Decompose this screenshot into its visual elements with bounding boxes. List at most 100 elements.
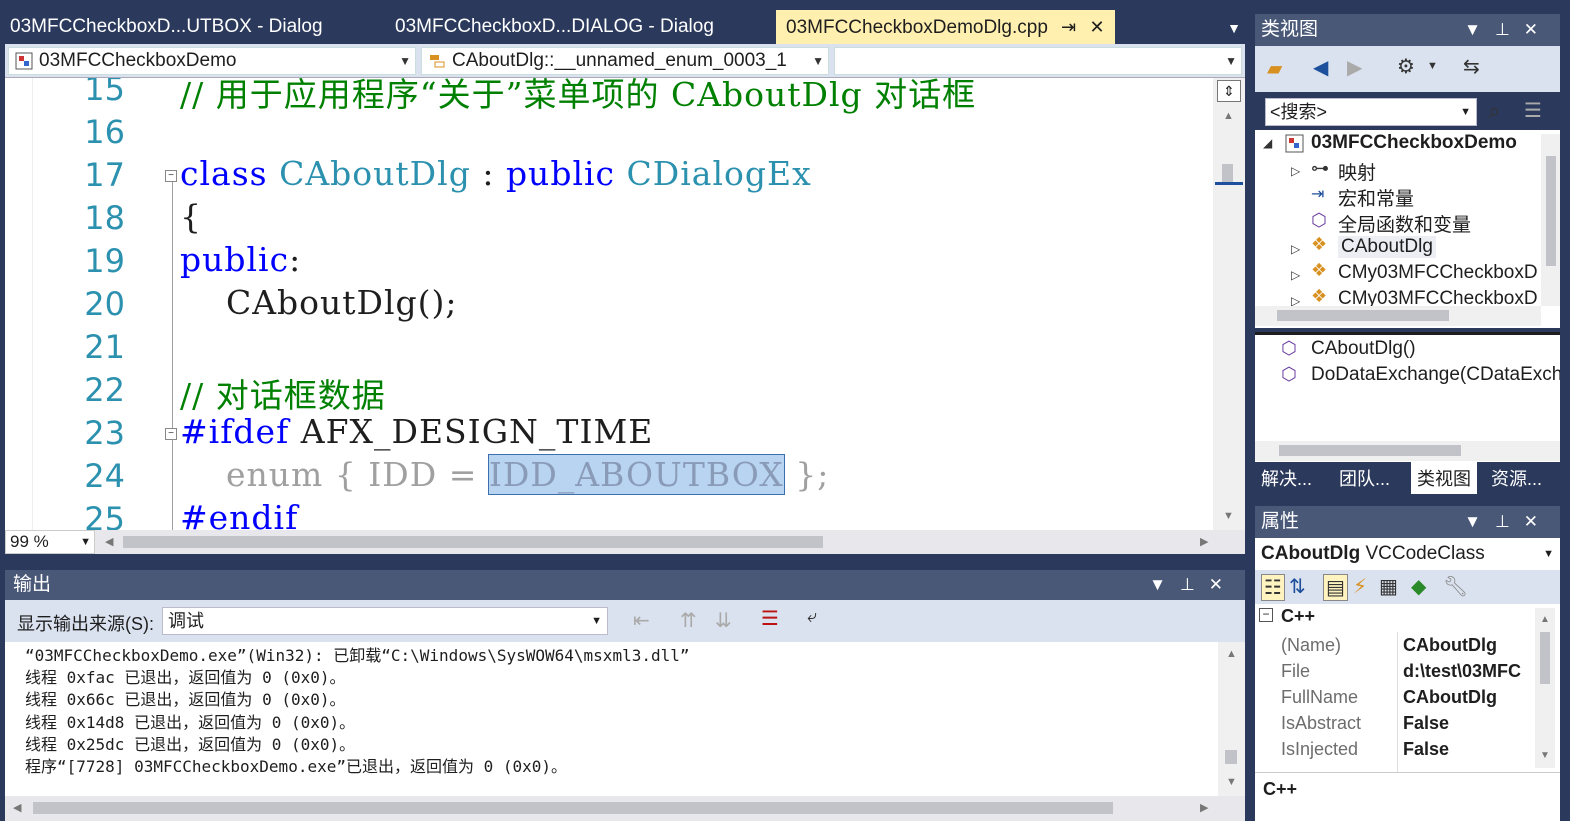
output-content[interactable]: “03MFCCheckboxDemo.exe”(Win32): 已卸载“C:\W… — [5, 642, 1245, 796]
tree-item-macros[interactable]: 宏和常量 — [1338, 184, 1414, 211]
tab-class-view[interactable]: 类视图 — [1411, 462, 1477, 494]
scrollbar-thumb[interactable] — [123, 536, 823, 548]
scroll-right-icon[interactable]: ▶ — [1200, 535, 1208, 548]
scrollbar-thumb[interactable] — [1225, 750, 1237, 764]
output-toolbar: 显示输出来源(S): 调试 ▼ ⇤ ⇈ ⇊ ☰ ⤶ — [5, 600, 1245, 642]
dropdown-icon[interactable]: ▼ — [1464, 512, 1495, 531]
code-editor[interactable]: 15 // 用于应用程序“关于”菜单项的 CAboutDlg 对话框 16 − … — [5, 78, 1245, 530]
member-item[interactable]: DoDataExchange(CDataExch — [1311, 364, 1560, 386]
goto-message-up-icon[interactable]: ⇈ — [680, 608, 697, 633]
tab-dropdown-icon[interactable]: ▼ — [1222, 16, 1246, 40]
editor-horizontal-scrollbar[interactable]: 99 % ▼ ◀ ▶ — [5, 530, 1245, 554]
members-horizontal-scrollbar[interactable] — [1255, 441, 1560, 461]
close-icon[interactable]: ✕ — [1524, 20, 1552, 39]
collapsed-icon[interactable]: ▷ — [1291, 268, 1300, 282]
tree-item-maps[interactable]: 映射 — [1338, 158, 1376, 185]
member-item[interactable]: CAboutDlg() — [1311, 338, 1416, 360]
settings-list-icon[interactable]: ☰ — [1524, 98, 1542, 123]
scroll-down-icon[interactable]: ▼ — [1226, 776, 1237, 788]
scroll-down-icon[interactable]: ▼ — [1223, 510, 1234, 522]
overrides-icon[interactable]: ◆ — [1411, 574, 1426, 599]
categorized-icon[interactable]: ☷ — [1261, 574, 1285, 601]
pin-icon[interactable]: ⊥ — [1180, 575, 1209, 594]
scroll-up-icon[interactable]: ▲ — [1223, 110, 1234, 122]
property-row[interactable]: IsInjected False — [1277, 736, 1535, 762]
tree-item-app-class[interactable]: CMy03MFCCheckboxD — [1338, 262, 1538, 284]
tree-item-globals[interactable]: 全局函数和变量 — [1338, 210, 1471, 237]
dropdown-icon[interactable]: ▼ — [1464, 20, 1495, 39]
tab-about-dialog[interactable]: 03MFCCheckboxD...UTBOX - Dialog — [0, 10, 333, 44]
scroll-up-icon[interactable]: ▲ — [1540, 614, 1550, 625]
collapse-icon[interactable]: − — [165, 428, 177, 440]
chevron-down-icon[interactable]: ▼ — [1427, 60, 1438, 72]
tree-item-project[interactable]: 03MFCCheckboxDemo — [1311, 132, 1517, 154]
output-source-select[interactable]: 调试 ▼ — [162, 607, 608, 635]
zoom-combo[interactable]: 99 % ▼ — [5, 530, 95, 554]
dropdown-icon[interactable]: ▼ — [1149, 575, 1180, 594]
close-icon[interactable]: ✕ — [1524, 512, 1552, 531]
back-icon[interactable]: ◀ — [1313, 55, 1328, 80]
scroll-down-icon[interactable]: ▼ — [1540, 750, 1550, 761]
output-vertical-scrollbar[interactable]: ▲ ▼ — [1218, 642, 1245, 796]
tab-solution-explorer[interactable]: 解决... — [1255, 462, 1318, 494]
tab-resource-view[interactable]: 资源... — [1485, 462, 1548, 494]
output-line: 程序“[7728] 03MFCCheckboxDemo.exe”已退出，返回值为… — [25, 757, 568, 776]
pin-icon[interactable]: ⊥ — [1495, 512, 1524, 531]
properties-grid[interactable]: − C++ (Name) CAboutDlg File d:\test\03MFC … — [1255, 604, 1560, 772]
pin-icon[interactable]: ⇥ — [1061, 10, 1076, 44]
scrollbar-thumb[interactable] — [1279, 445, 1461, 456]
scroll-left-icon[interactable]: ◀ — [13, 801, 21, 814]
scrollbar-thumb[interactable] — [1277, 310, 1449, 321]
word-wrap-icon[interactable]: ⤶ — [807, 606, 817, 627]
scroll-left-icon[interactable]: ◀ — [105, 535, 113, 548]
sync-icon[interactable]: ⇆ — [1463, 54, 1480, 79]
alphabetical-icon[interactable]: ⇅ — [1289, 574, 1306, 599]
properties-vertical-scrollbar[interactable]: ▲ ▼ — [1535, 608, 1555, 768]
editor-vertical-scrollbar[interactable]: ⇕ ▲ ▼ — [1213, 78, 1245, 530]
wrench-icon[interactable]: 🔧︎ — [1443, 574, 1468, 599]
tree-horizontal-scrollbar[interactable] — [1255, 306, 1541, 326]
property-row[interactable]: File d:\test\03MFC — [1277, 658, 1535, 684]
tree-vertical-scrollbar[interactable] — [1541, 134, 1560, 306]
search-icon[interactable]: ⌕ — [1488, 98, 1500, 124]
collapse-icon[interactable]: − — [1259, 608, 1273, 622]
close-icon[interactable]: ✕ — [1209, 575, 1237, 594]
member-combo[interactable]: ▼ — [834, 47, 1242, 75]
tab-main-dialog[interactable]: 03MFCCheckboxD...DIALOG - Dialog — [385, 10, 724, 44]
class-view-search[interactable]: <搜索> ▼ — [1265, 98, 1477, 126]
new-folder-icon[interactable]: ▰ — [1267, 56, 1282, 81]
pin-icon[interactable]: ⊥ — [1495, 20, 1524, 39]
tree-item-caboutdlg[interactable]: CAboutDlg — [1338, 236, 1436, 258]
properties-icon[interactable]: ▤ — [1323, 574, 1348, 601]
goto-message-down-icon[interactable]: ⇊ — [715, 608, 732, 633]
collapsed-icon[interactable]: ▷ — [1291, 164, 1300, 178]
property-row[interactable]: (Name) CAboutDlg — [1277, 632, 1535, 658]
project-combo[interactable]: 03MFCCheckboxDemo ▼ — [8, 47, 416, 75]
properties-object-selector[interactable]: CAboutDlg VCCodeClass ▼ — [1255, 538, 1560, 570]
collapsed-icon[interactable]: ▷ — [1291, 242, 1300, 256]
property-row[interactable]: IsAbstract False — [1277, 710, 1535, 736]
scrollbar-thumb[interactable] — [1546, 156, 1556, 266]
scope-combo[interactable]: CAboutDlg::__unnamed_enum_0003_1 ▼ — [421, 47, 829, 75]
gear-icon[interactable]: ⚙ — [1397, 54, 1415, 79]
collapse-icon[interactable]: − — [165, 170, 177, 182]
scrollbar-thumb[interactable] — [1222, 164, 1233, 182]
goto-prev-message-icon[interactable]: ⇤ — [633, 608, 650, 633]
messages-icon[interactable]: ▦ — [1379, 574, 1398, 599]
class-view-tree[interactable]: ◢ 03MFCCheckboxDemo ▷ ⊶ 映射 ⇥ 宏和常量 ⬡ 全局函数… — [1255, 130, 1560, 328]
forward-icon[interactable]: ▶ — [1347, 55, 1362, 80]
tab-dlg-cpp[interactable]: 03MFCCheckboxDemoDlg.cpp ⇥ ✕ — [776, 10, 1115, 44]
scrollbar-thumb[interactable] — [33, 802, 1113, 814]
close-icon[interactable]: ✕ — [1090, 10, 1105, 44]
events-icon[interactable]: ⚡ — [1353, 574, 1367, 599]
tab-team-explorer[interactable]: 团队... — [1333, 462, 1396, 494]
clear-all-icon[interactable]: ☰ — [761, 606, 779, 631]
scroll-up-icon[interactable]: ▲ — [1226, 648, 1237, 660]
scrollbar-thumb[interactable] — [1540, 632, 1550, 684]
scroll-right-icon[interactable]: ▶ — [1200, 801, 1208, 814]
split-icon[interactable]: ⇕ — [1217, 80, 1241, 102]
output-horizontal-scrollbar[interactable]: ◀ ▶ — [5, 796, 1245, 821]
class-view-members[interactable]: ⬡ CAboutDlg() ⬡ DoDataExchange(CDataExch — [1255, 332, 1560, 462]
property-row[interactable]: FullName CAboutDlg — [1277, 684, 1535, 710]
expanded-icon[interactable]: ◢ — [1263, 136, 1272, 150]
